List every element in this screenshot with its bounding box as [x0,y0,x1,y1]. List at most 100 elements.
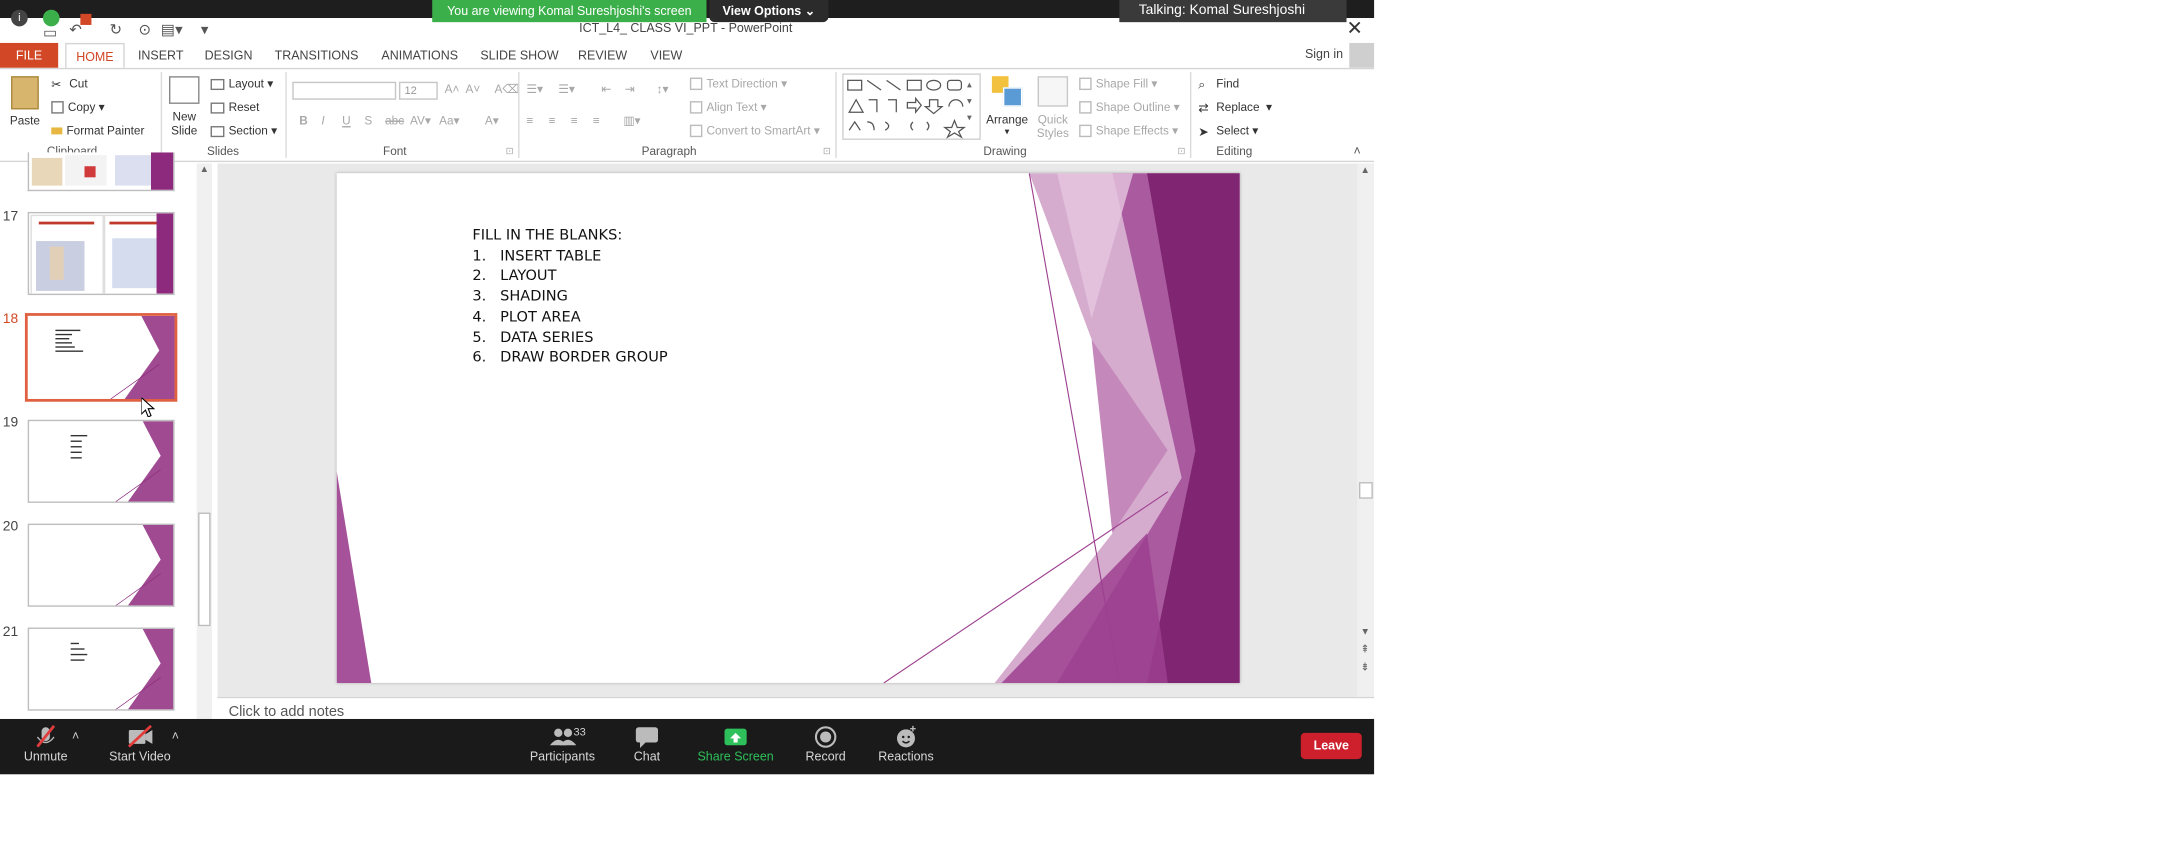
sign-in-link[interactable]: Sign in [1305,47,1343,61]
scroll-up-icon[interactable]: ▲ [199,165,209,175]
numbering-button[interactable]: ☰▾ [558,82,574,97]
slide-thumbnail-17[interactable] [27,211,175,296]
arrange-button[interactable]: Arrange ▾ [985,73,1029,139]
avatar[interactable] [1349,42,1375,68]
close-window-button[interactable]: ✕ [1347,17,1363,41]
editor-scrollbar[interactable] [1357,163,1375,697]
audio-options-chevron-icon[interactable]: ˄ [72,729,79,743]
line-spacing-button[interactable]: ↕▾ [657,82,669,97]
start-video-button[interactable]: Start Video [105,719,174,774]
quick-styles-button[interactable]: Quick Styles [1031,73,1075,140]
slide-thumbnail-18[interactable] [24,313,178,402]
chat-button[interactable]: Chat [625,719,669,774]
tab-insert[interactable]: INSERT [133,43,188,68]
previous-slide-icon[interactable]: ⇞ [1360,643,1369,655]
columns-button[interactable]: ▥▾ [623,114,640,129]
change-case-button[interactable]: Aa▾ [439,114,459,129]
copy-button[interactable]: Copy ▾ [51,100,105,115]
record-button[interactable]: Record [801,719,851,774]
collapse-ribbon-icon[interactable]: ˄ [1353,144,1360,158]
strike-button[interactable]: abc [385,114,404,128]
decrease-indent-button[interactable]: ⇤ [601,82,611,97]
qat-more-icon[interactable]: ▾ [201,21,209,39]
increase-indent-button[interactable]: ⇥ [625,82,635,97]
font-size-box[interactable]: 12 [398,81,438,100]
bold-button[interactable]: B [299,114,308,128]
select-button[interactable]: ➤ Select ▾ [1198,123,1258,139]
clear-formatting-button[interactable]: A⌫ [495,82,520,97]
slide-thumbnail-20[interactable] [27,523,175,607]
tab-animations[interactable]: ANIMATIONS [374,43,465,68]
bullets-button[interactable]: ☰▾ [526,82,542,97]
editor-scroll-thumb[interactable] [1358,482,1373,499]
text-direction-button[interactable]: Text Direction ▾ [689,76,787,91]
slide-text-box[interactable]: FILL IN THE BLANKS: 1. INSERT TABLE 2. L… [472,226,667,369]
tab-home[interactable]: HOME [65,42,125,68]
next-slide-icon[interactable]: ⇟ [1360,661,1369,673]
shape-effects-button[interactable]: Shape Effects ▾ [1079,123,1178,138]
format-painter-button[interactable]: Format Painter [51,123,144,137]
paste-button[interactable]: Paste [7,73,43,139]
character-spacing-button[interactable]: AV▾ [410,114,431,129]
scroll-up-icon[interactable]: ▲ [1360,166,1370,176]
layout-button[interactable]: Layout ▾ [210,76,273,91]
list-item: 5. DATA SERIES [472,329,594,346]
italic-button[interactable]: I [321,114,324,128]
align-right-button[interactable]: ≡ [571,114,578,128]
leave-button[interactable]: Leave [1300,732,1362,760]
replace-button[interactable]: ⇄ Replace ▾ [1198,100,1272,116]
tab-file[interactable]: FILE [0,42,59,68]
view-options-button[interactable]: View Options ⌄ [709,0,829,23]
participants-button[interactable]: Participants [526,719,598,774]
strikethrough-button[interactable]: S [364,114,372,128]
font-name-box[interactable] [292,81,397,100]
new-slide-button[interactable]: New Slide [166,73,202,142]
font-color-button[interactable]: A▾ [485,114,499,129]
tab-review[interactable]: REVIEW [574,43,632,68]
find-button[interactable]: ⌕ Find [1198,76,1239,92]
underline-button[interactable]: U [342,114,351,128]
share-screen-button[interactable]: Share Screen [695,719,775,774]
paragraph-dialog-launcher-icon[interactable]: ⊡ [823,145,831,157]
reset-button[interactable]: Reset [210,100,259,114]
tab-design[interactable]: DESIGN [199,43,257,68]
drawing-dialog-launcher-icon[interactable]: ⊡ [1178,145,1186,157]
slide-thumbnail-16[interactable] [27,152,175,192]
font-dialog-launcher-icon[interactable]: ⊡ [506,145,514,157]
shape-fill-button[interactable]: Shape Fill ▾ [1079,76,1157,91]
slide-thumbnail-21[interactable] [27,627,175,711]
thumbnail-scroll-thumb[interactable] [198,512,211,627]
tab-slide-show[interactable]: SLIDE SHOW [478,43,561,68]
center-button[interactable]: ≡ [549,114,556,128]
cut-button[interactable]: ✂ Cut [51,76,87,92]
shapes-gallery[interactable] [842,73,981,140]
thumbnail-scrollbar[interactable] [196,163,212,719]
grow-font-button[interactable]: A˄ [445,82,460,96]
align-text-button[interactable]: Align Text ▾ [689,100,767,115]
start-from-beginning-icon[interactable]: ⊙ [139,21,152,39]
shape-outline-button[interactable]: Shape Outline ▾ [1079,100,1180,115]
section-button[interactable]: Section ▾ [210,123,277,138]
convert-smartart-button[interactable]: Convert to SmartArt ▾ [689,123,820,138]
save-icon[interactable]: ▭ [43,24,57,42]
customize-qat-icon[interactable]: ▤▾ [161,21,183,39]
reactions-button[interactable]: Reactions [876,719,937,774]
undo-icon[interactable]: ↶ [69,21,82,39]
shrink-font-button[interactable]: A˅ [465,82,480,96]
align-left-button[interactable]: ≡ [526,114,533,128]
participants-icon [526,719,598,749]
justify-button[interactable]: ≡ [593,114,600,128]
scroll-down-icon[interactable]: ▼ [1360,628,1370,638]
notes-pane[interactable] [217,696,1375,721]
info-icon[interactable]: i [11,9,28,27]
redo-icon[interactable]: ↻ [109,21,122,39]
drawing-group-label: Drawing [983,144,1027,158]
shapes-gallery-scroll[interactable]: ▴ ▾ ▾ [967,78,972,128]
text-direction-icon [689,77,703,91]
unmute-button[interactable]: Unmute [14,719,78,774]
video-options-chevron-icon[interactable]: ˄ [172,729,179,743]
tab-view[interactable]: VIEW [641,43,691,68]
tab-transitions[interactable]: TRANSITIONS [270,43,363,68]
slide-number-20: 20 [2,519,19,535]
slide-thumbnail-19[interactable] [27,419,175,503]
